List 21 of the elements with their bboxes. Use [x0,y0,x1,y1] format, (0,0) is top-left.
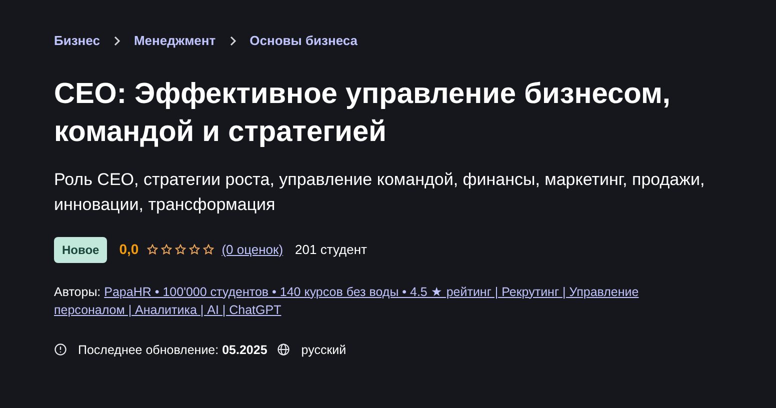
breadcrumb-link[interactable]: Основы бизнеса [250,31,358,50]
ratings-count-link[interactable]: (0 оценок) [222,240,284,260]
breadcrumb-link[interactable]: Менеджмент [134,31,216,50]
new-badge: Новое [54,236,108,262]
students-count: 201 студент [295,240,367,259]
language-text: русский [301,342,346,359]
chevron-icon [228,36,238,46]
rating-value: 0,0 [119,240,139,259]
chevron-icon [112,36,122,46]
star-icon [202,244,214,255]
breadcrumb-link[interactable]: Бизнес [54,31,100,50]
course-title: CEO: Эффективное управление бизнесом, командой и стратегией [54,76,672,150]
star-icon [146,244,158,255]
last-updated-text: Последнее обновление: 05.2025 [78,342,268,358]
star-icon [188,244,200,255]
alert-icon [54,343,67,356]
star-icon [160,244,172,255]
course-subtitle: Роль CEO, стратегии роста, управление командой, финансы, маркетинг, продажи, инновации, трансформация [54,168,706,216]
star-icon [174,244,186,255]
authors-text: Авторы: PapaHR • 100'000 студентов • 140 курсов без воды • 4.5 ★ рейтинг | Рекрутинг | Управление персоналом | Аналитика | AI | ChatGPT [54,284,640,318]
globe-icon [277,343,290,356]
